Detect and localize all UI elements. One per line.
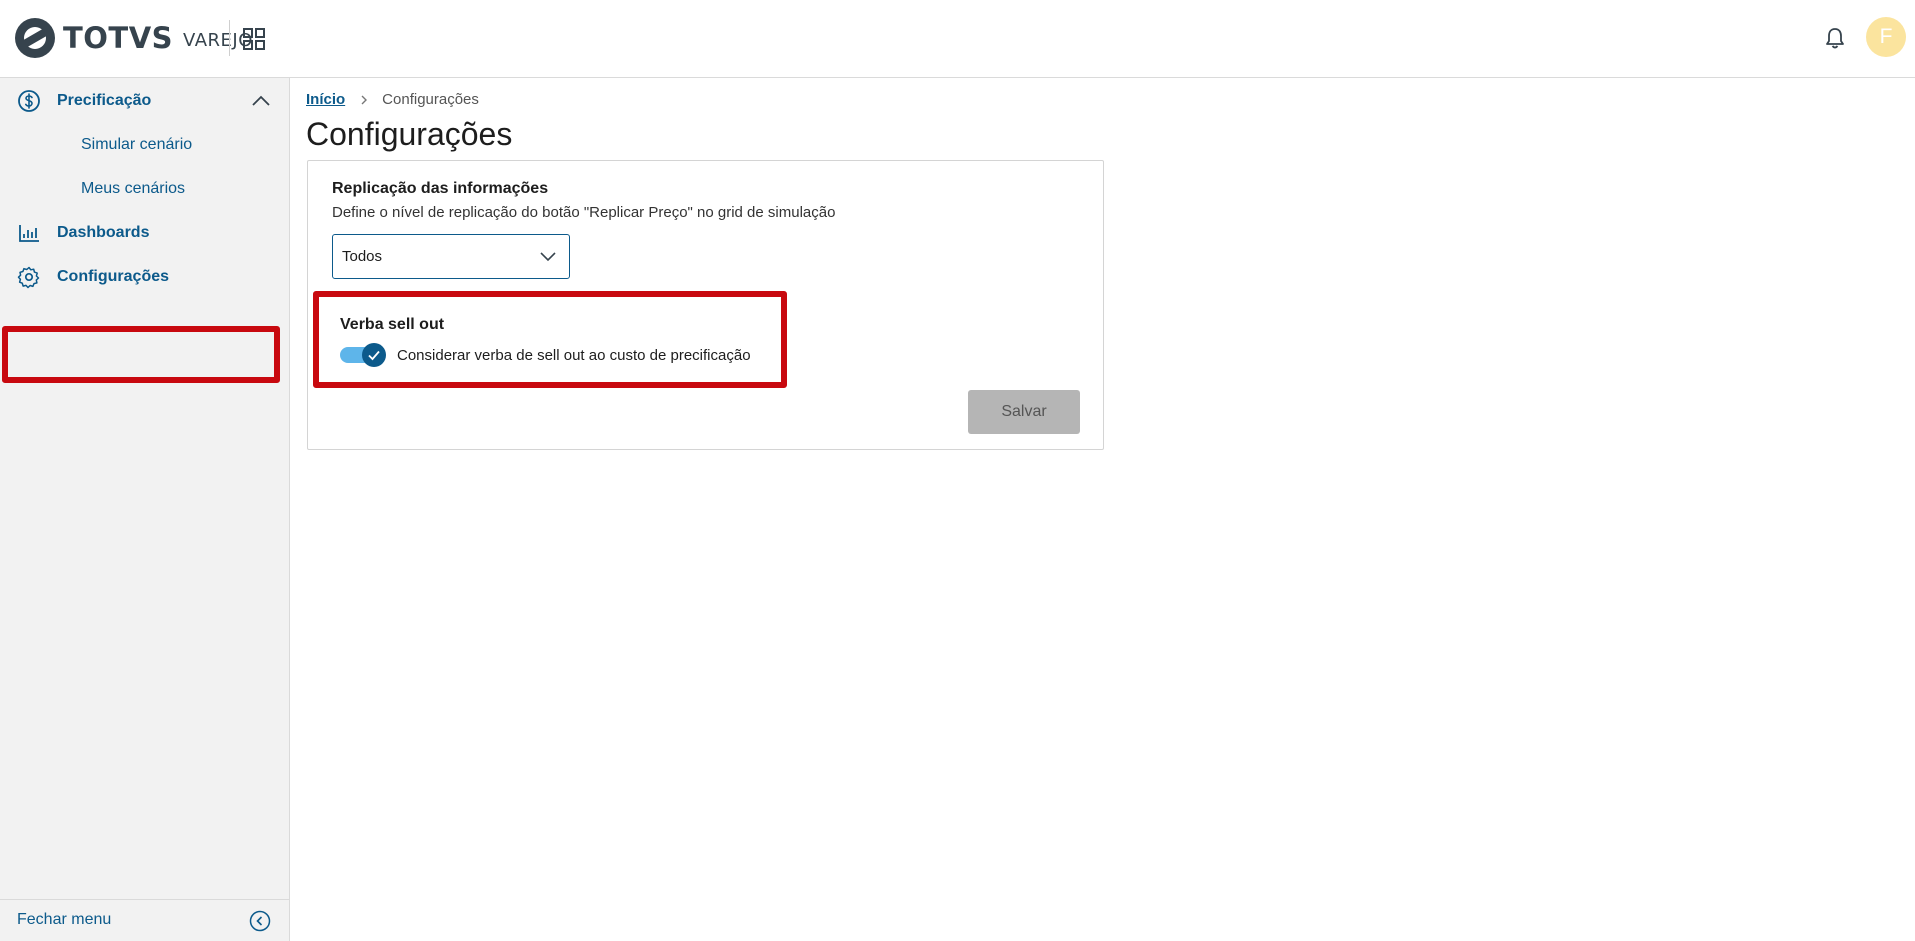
close-menu-link[interactable]: Fechar menu bbox=[17, 911, 111, 929]
sellout-toggle[interactable] bbox=[340, 343, 388, 367]
collapse-menu-icon[interactable] bbox=[249, 910, 271, 932]
select-value: Todos bbox=[342, 248, 383, 265]
highlight-box bbox=[313, 291, 787, 388]
totvs-logo-icon bbox=[15, 18, 55, 58]
sidebar-item-configuracoes[interactable]: Configurações bbox=[0, 257, 289, 297]
check-icon bbox=[368, 350, 380, 361]
replication-level-select[interactable]: Todos bbox=[332, 234, 570, 279]
replication-section-description: Define o nível de replicação do botão "R… bbox=[332, 204, 836, 221]
sidebar-item-precificacao[interactable]: Precificação bbox=[0, 81, 289, 121]
notification-bell-icon[interactable] bbox=[1822, 25, 1848, 51]
top-header: TOTVS VAREJO F bbox=[0, 0, 1915, 78]
settings-card: Replicação das informações Define o níve… bbox=[307, 160, 1104, 450]
gear-icon bbox=[17, 266, 40, 289]
apps-grid-icon[interactable] bbox=[241, 26, 267, 52]
breadcrumb-current: Configurações bbox=[382, 91, 479, 108]
sidebar-item-meus-cenarios[interactable]: Meus cenários bbox=[0, 169, 289, 209]
page-title: Configurações bbox=[306, 116, 513, 152]
breadcrumb: Início Configurações bbox=[306, 91, 479, 108]
totvs-logo[interactable]: TOTVS VAREJO bbox=[14, 17, 253, 59]
chevron-down-icon bbox=[540, 252, 556, 262]
replication-section-title: Replicação das informações bbox=[332, 180, 549, 197]
sidebar-item-label: Dashboards bbox=[57, 224, 150, 241]
sidebar-subitem-label: Simular cenário bbox=[81, 136, 193, 153]
bar-chart-icon bbox=[19, 225, 39, 242]
dollar-circle-icon bbox=[18, 90, 40, 112]
user-avatar[interactable]: F bbox=[1866, 17, 1906, 57]
chevron-right-icon bbox=[361, 95, 368, 104]
sidebar-item-label: Precificação bbox=[57, 92, 152, 109]
save-button[interactable]: Salvar bbox=[968, 390, 1080, 434]
sidebar-subitem-label: Meus cenários bbox=[81, 180, 186, 197]
sidebar-item-dashboards[interactable]: Dashboards bbox=[0, 213, 289, 253]
sellout-toggle-label[interactable]: Considerar verba de sell out ao custo de… bbox=[397, 347, 751, 364]
breadcrumb-home-link[interactable]: Início bbox=[306, 91, 345, 108]
sellout-section-title: Verba sell out bbox=[340, 316, 445, 333]
sidebar-item-simular-cenario[interactable]: Simular cenário bbox=[0, 125, 289, 165]
sidebar-footer: Fechar menu bbox=[0, 899, 289, 941]
header-divider bbox=[229, 20, 230, 56]
sidebar: Precificação Simular cenário Meus cenári… bbox=[0, 78, 290, 941]
chevron-up-icon[interactable] bbox=[250, 90, 272, 112]
highlight-box bbox=[2, 326, 280, 383]
toggle-knob bbox=[362, 343, 386, 367]
brand-name: TOTVS bbox=[63, 21, 174, 55]
sidebar-item-label: Configurações bbox=[57, 268, 170, 285]
